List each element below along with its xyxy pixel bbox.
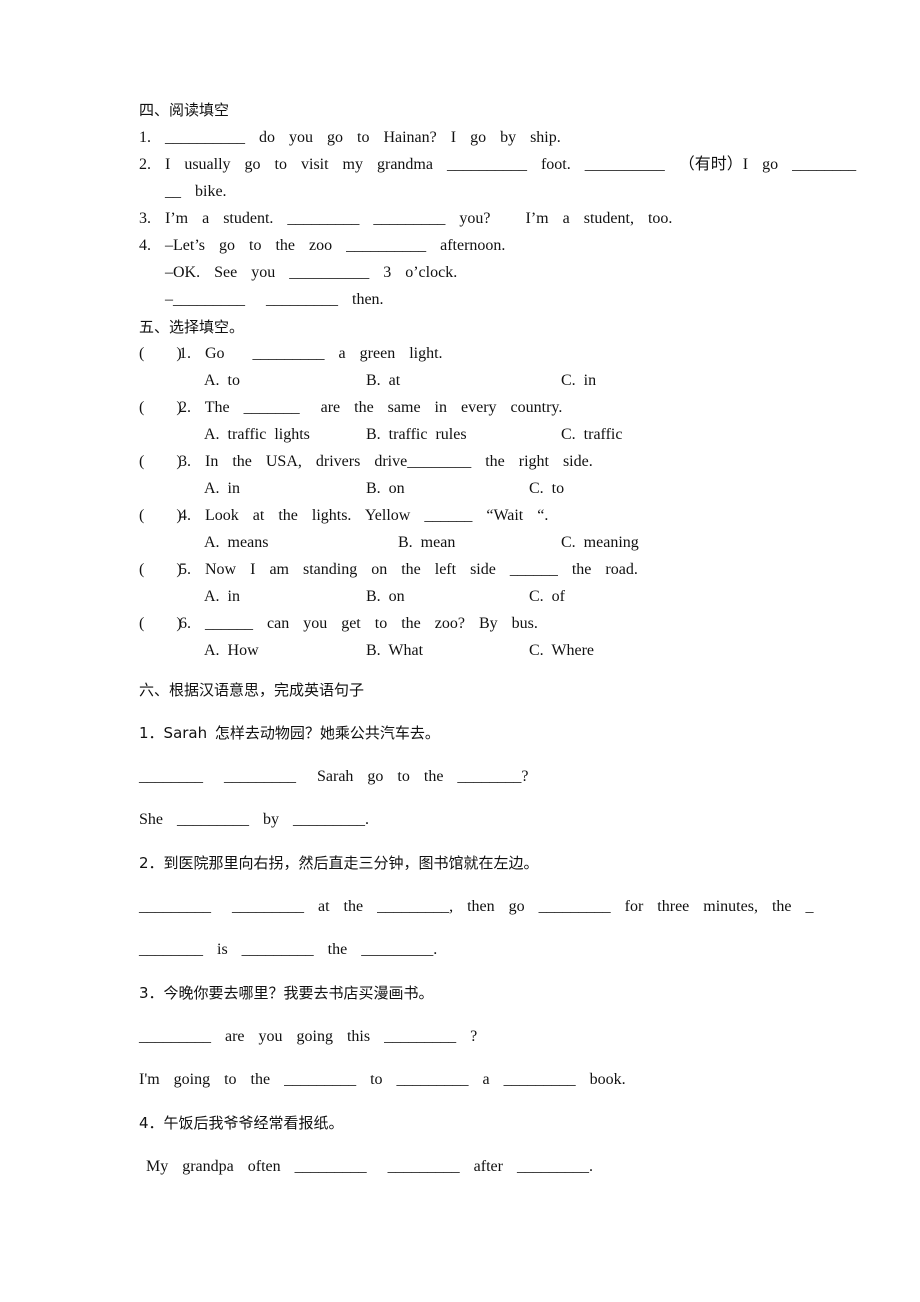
- translation-answer-1a: ________ _________ Sarah go to the _____…: [139, 768, 529, 785]
- section5-heading: 五、选择填空。: [139, 318, 245, 336]
- section4-line-4-reply: –OK. See you __________ 3 o’clock.: [165, 264, 458, 281]
- option-a: A. in: [204, 588, 240, 605]
- section4-line-3: 3. I’m a student. _________ _________ yo…: [139, 210, 673, 227]
- question-text: 5. Now I am standing on the left side __…: [179, 561, 638, 578]
- question-text: 1. Go _________ a green light.: [179, 345, 443, 362]
- option-b: B. mean: [398, 534, 456, 551]
- option-c: C. traffic: [561, 426, 623, 443]
- translation-answer-3b: I'm going to the _________ to _________ …: [139, 1071, 626, 1088]
- section4-line-4: 4. –Let’s go to the zoo __________ after…: [139, 237, 506, 254]
- question-text: 6. ______ can you get to the zoo? By bus…: [179, 615, 538, 632]
- question-text: 2. The _______ are the same in every cou…: [179, 399, 563, 416]
- section4-line-2-cont: __ bike.: [165, 183, 227, 200]
- option-b: B. traffic rules: [366, 426, 467, 443]
- option-a: A. in: [204, 480, 240, 497]
- answer-bracket[interactable]: ( ): [139, 452, 182, 472]
- answer-bracket[interactable]: ( ): [139, 398, 182, 418]
- translation-prompt-4: 4．午饭后我爷爷经常看报纸。: [139, 1114, 344, 1132]
- option-c: C. meaning: [561, 534, 639, 551]
- option-c: C. in: [561, 372, 597, 389]
- option-c: C. Where: [529, 642, 595, 659]
- translation-answer-4a: My grandpa often _________ _________ aft…: [139, 1158, 593, 1175]
- translation-prompt-2: 2．到医院那里向右拐，然后直走三分钟，图书馆就在左边。: [139, 854, 539, 872]
- translation-prompt-1: 1．Sarah 怎样去动物园？她乘公共汽车去。: [139, 724, 440, 742]
- option-a: A. traffic lights: [204, 426, 310, 443]
- translation-prompt-3: 3．今晚你要去哪里？我要去书店买漫画书。: [139, 984, 434, 1002]
- option-b: B. on: [366, 480, 405, 497]
- option-c: C. of: [529, 588, 565, 605]
- section4-heading: 四、阅读填空: [139, 101, 230, 119]
- question-text: 4. Look at the lights. Yellow ______ “Wa…: [179, 507, 549, 524]
- answer-bracket[interactable]: ( ): [139, 614, 182, 634]
- section4-line-4-reply2: –_________ _________ then.: [165, 291, 384, 308]
- translation-answer-2b: ________ is _________ the _________.: [139, 941, 438, 958]
- question-text: 3. In the USA, drivers drive________ the…: [179, 453, 593, 470]
- translation-answer-3a: _________ are you going this _________ ?: [139, 1028, 478, 1045]
- section6-heading: 六、根据汉语意思，完成英语句子: [139, 681, 365, 699]
- answer-bracket[interactable]: ( ): [139, 344, 182, 364]
- option-a: A. to: [204, 372, 240, 389]
- option-b: B. at: [366, 372, 401, 389]
- section4-line-1: 1. __________ do you go to Hainan? I go …: [139, 129, 561, 146]
- option-c: C. to: [529, 480, 565, 497]
- option-b: B. on: [366, 588, 405, 605]
- option-a: A. means: [204, 534, 269, 551]
- answer-bracket[interactable]: ( ): [139, 560, 182, 580]
- option-b: B. What: [366, 642, 424, 659]
- section4-line-2: 2. I usually go to visit my grandma ____…: [139, 156, 857, 173]
- option-a: A. How: [204, 642, 259, 659]
- translation-answer-1b: She _________ by _________.: [139, 811, 369, 828]
- answer-bracket[interactable]: ( ): [139, 506, 182, 526]
- translation-answer-2a: _________ _________ at the _________, th…: [139, 898, 814, 915]
